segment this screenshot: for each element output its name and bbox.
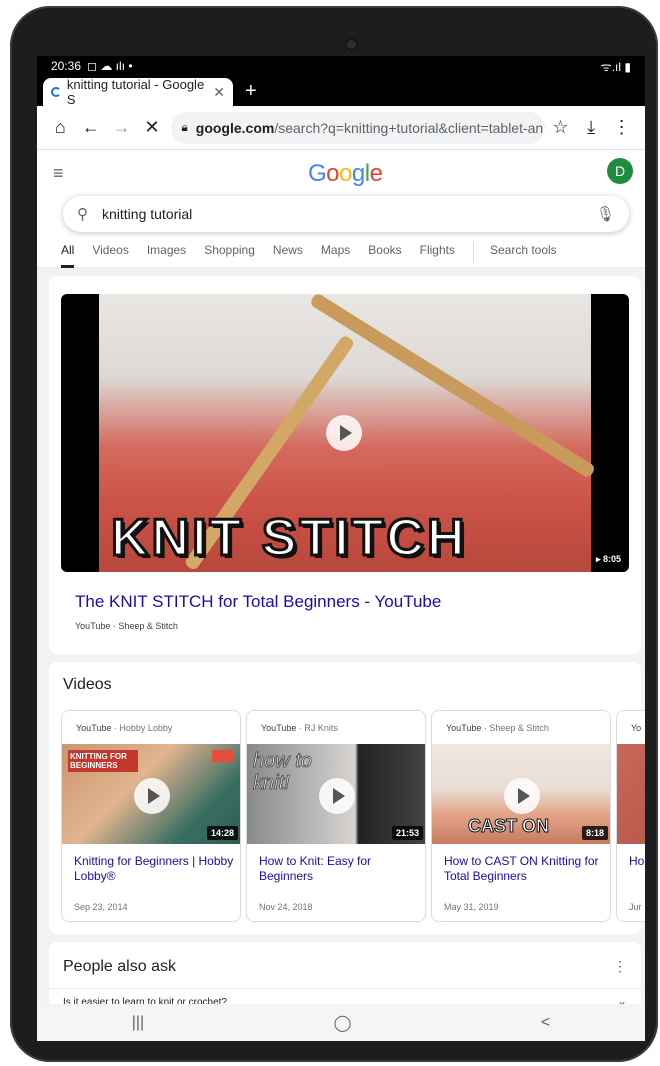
video-site: YouTube <box>261 723 297 733</box>
status-system-icons: ᯤ.ıl ▮ <box>600 59 631 74</box>
video-thumbnail[interactable] <box>617 744 645 844</box>
download-icon[interactable]: ⤓ <box>576 112 607 144</box>
url-host: google.com <box>195 119 275 136</box>
android-navigation-bar: ||| ◯ < <box>37 1004 645 1041</box>
screen: 20:36 ◻ ☁ ılı • ᯤ.ıl ▮ knitting tutorial… <box>37 56 645 1041</box>
microphone-icon[interactable]: 🎙︎ <box>596 205 615 223</box>
results-area: KNIT STITCH ▸ 8:05 The KNIT STITCH for T… <box>37 268 645 1022</box>
tab-all[interactable]: All <box>61 242 75 268</box>
bookmark-star-icon[interactable]: ☆ <box>545 112 576 144</box>
video-date: Nov 24, 2018 <box>259 902 313 912</box>
search-icon: ⚲ <box>77 206 88 223</box>
video-title-link[interactable]: How to CAST ON Knitting for Total Beginn… <box>444 854 606 884</box>
home-icon[interactable]: ⌂ <box>45 112 76 144</box>
video-thumbnail[interactable]: how to knit! 21:53 <box>247 744 425 844</box>
loading-spinner-icon <box>51 87 61 97</box>
browser-tab-strip: knitting tutorial - Google S ✕ + <box>37 76 645 107</box>
browser-tab[interactable]: knitting tutorial - Google S ✕ <box>43 77 233 107</box>
featured-video-card: KNIT STITCH ▸ 8:05 The KNIT STITCH for T… <box>49 276 641 654</box>
tabs-divider <box>472 242 474 262</box>
search-tools-button[interactable]: Search tools <box>490 242 557 268</box>
address-bar[interactable]: 🔒︎ google.com/search?q=knitting+tutorial… <box>171 111 546 144</box>
brand-logo <box>212 750 234 762</box>
thumbnail-label: how to knit! <box>253 750 313 795</box>
google-logo[interactable]: Google <box>308 160 383 188</box>
video-date: Sep 23, 2014 <box>74 902 128 912</box>
lock-icon: 🔒︎ <box>181 120 188 134</box>
stop-icon[interactable]: ✕ <box>137 112 168 144</box>
video-thumbnail[interactable]: KNITTING FOR BEGINNERS 14:28 <box>62 744 240 844</box>
video-card[interactable]: YouTube · Sheep & Stitch CAST ON 8:18 Ho… <box>431 710 611 922</box>
video-site: YouTube <box>446 723 482 733</box>
search-query[interactable]: knitting tutorial <box>102 206 192 222</box>
play-icon[interactable] <box>319 778 355 814</box>
video-date: May 31, 2019 <box>444 902 499 912</box>
search-box[interactable]: ⚲ knitting tutorial 🎙︎ <box>63 196 629 232</box>
front-camera <box>347 40 356 49</box>
featured-video-thumbnail[interactable]: KNIT STITCH ▸ 8:05 <box>61 294 629 572</box>
tab-shopping[interactable]: Shopping <box>204 242 255 268</box>
status-bar: 20:36 ◻ ☁ ılı • ᯤ.ıl ▮ <box>37 56 645 76</box>
status-time: 20:36 <box>51 59 82 73</box>
featured-video-title-link[interactable]: The KNIT STITCH for Total Beginners - Yo… <box>75 592 441 612</box>
back-icon[interactable]: ← <box>76 112 107 144</box>
tab-books[interactable]: Books <box>368 242 401 268</box>
video-card[interactable]: YouTube · RJ Knits how to knit! 21:53 Ho… <box>246 710 426 922</box>
video-thumbnail[interactable]: CAST ON 8:18 <box>432 744 610 844</box>
search-tabs: All Videos Images Shopping News Maps Boo… <box>37 242 645 268</box>
url-path: /search?q=knitting+tutorial&client=table… <box>274 119 544 136</box>
tab-videos[interactable]: Videos <box>92 242 128 268</box>
home-button[interactable]: ◯ <box>334 1013 352 1033</box>
video-duration: 8:18 <box>581 826 608 840</box>
close-tab-icon[interactable]: ✕ <box>213 84 225 101</box>
google-header: ≡ Google D <box>37 150 645 196</box>
video-title-link[interactable]: How to Knit: Easy for Beginners <box>259 854 421 884</box>
video-channel: · Sheep & Stitch <box>483 723 549 733</box>
people-also-ask-heading: People also ask <box>63 958 176 975</box>
video-channel: · RJ Knits <box>298 723 338 733</box>
tab-title: knitting tutorial - Google S <box>66 77 205 107</box>
video-title-link[interactable]: Ho BE <box>629 854 645 869</box>
tab-flights[interactable]: Flights <box>420 242 455 268</box>
thumbnail-label: CAST ON <box>468 816 550 837</box>
thumbnail-label: KNITTING FOR BEGINNERS <box>68 750 138 772</box>
tab-maps[interactable]: Maps <box>321 242 350 268</box>
video-duration: 21:53 <box>391 826 423 840</box>
play-icon[interactable] <box>504 778 540 814</box>
play-icon[interactable] <box>134 778 170 814</box>
browser-toolbar: ⌂ ← → ✕ 🔒︎ google.com/search?q=knitting+… <box>37 106 645 150</box>
more-options-icon[interactable]: ⋮ <box>613 958 627 975</box>
menu-icon[interactable]: ⋮ <box>606 112 637 144</box>
back-button[interactable]: < <box>541 1014 550 1032</box>
video-site: Yo <box>631 723 642 733</box>
video-date: Jur <box>629 902 642 912</box>
thumbnail-title-text: KNIT STITCH <box>110 508 468 569</box>
forward-icon[interactable]: → <box>106 112 137 144</box>
video-title-link[interactable]: Knitting for Beginners | Hobby Lobby® <box>74 854 236 884</box>
recents-button[interactable]: ||| <box>132 1014 144 1032</box>
tab-news[interactable]: News <box>273 242 303 268</box>
videos-heading: Videos <box>63 676 112 693</box>
video-site: YouTube <box>76 723 112 733</box>
status-notification-icons: ◻ ☁ ılı • <box>87 59 133 73</box>
divider <box>49 988 641 989</box>
video-duration: 14:28 <box>206 826 238 840</box>
videos-section-card: Videos YouTube · Hobby Lobby KNITTING FO… <box>49 662 645 934</box>
video-card[interactable]: Yo Ho BE Jur <box>616 710 645 922</box>
play-icon[interactable] <box>326 415 362 451</box>
new-tab-button[interactable]: + <box>245 80 257 103</box>
tab-images[interactable]: Images <box>147 242 186 268</box>
video-duration: ▸ 8:05 <box>591 552 625 567</box>
hamburger-menu-icon[interactable]: ≡ <box>53 163 64 184</box>
video-card[interactable]: YouTube · Hobby Lobby KNITTING FOR BEGIN… <box>61 710 241 922</box>
video-channel: · Hobby Lobby <box>113 723 173 733</box>
account-avatar[interactable]: D <box>607 158 633 184</box>
featured-video-source: YouTube · Sheep & Stitch <box>75 621 178 631</box>
